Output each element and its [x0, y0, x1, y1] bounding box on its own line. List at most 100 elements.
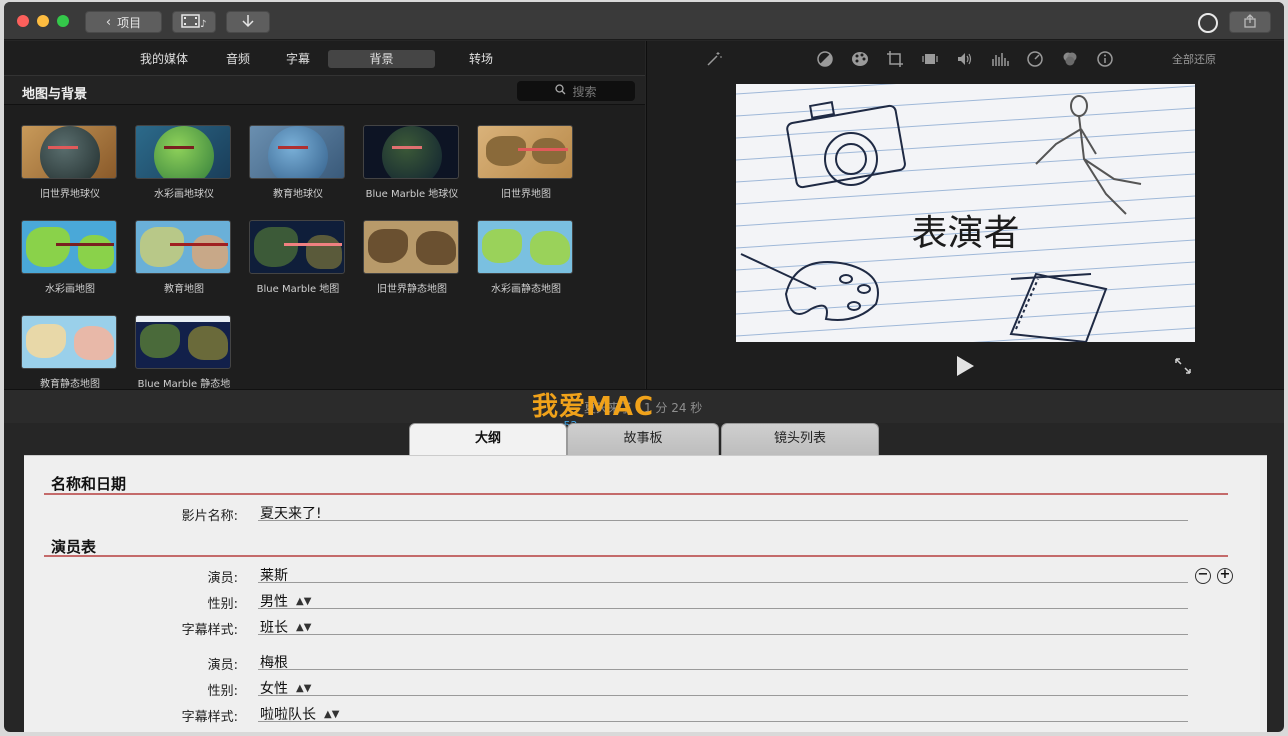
timeline-info-strip: 夏天来了 - 1 分 24 秒 我爱MAC www.52mac.com: [4, 389, 1284, 432]
background-tile[interactable]: 旧世界静态地图: [363, 220, 461, 295]
title-style-label: 字幕样式:: [181, 623, 238, 638]
preview-canvas[interactable]: 表演者: [736, 84, 1195, 342]
tile-label: 水彩画地图: [45, 284, 95, 295]
background-tile[interactable]: 教育地图: [135, 220, 233, 295]
background-tile[interactable]: 水彩画地图: [21, 220, 119, 295]
tile-label: Blue Marble 地球仪: [365, 189, 459, 200]
import-button[interactable]: [226, 11, 270, 33]
updown-stepper-icon: ▲▼: [296, 622, 312, 633]
tab-storyboard[interactable]: 故事板: [567, 423, 719, 455]
background-tile[interactable]: 教育静态地图: [21, 315, 119, 390]
tile-thumbnail: [21, 220, 117, 274]
updown-stepper-icon: ▲▼: [296, 596, 312, 607]
tile-label: 旧世界地图: [501, 189, 551, 200]
section-name-and-date: 名称和日期: [51, 475, 127, 493]
svg-text:♪: ♪: [200, 19, 206, 28]
tab-outline[interactable]: 大纲: [409, 423, 567, 455]
add-actor-button[interactable]: +: [1217, 568, 1233, 584]
reset-all-button[interactable]: 全部还原: [1172, 51, 1216, 67]
tile-label: Blue Marble 地图: [256, 284, 340, 295]
actor-label: 演员:: [207, 658, 238, 673]
filter-icon[interactable]: [1060, 50, 1080, 70]
tile-thumbnail: [249, 125, 345, 179]
magic-wand-icon[interactable]: [704, 50, 724, 70]
color-balance-icon[interactable]: [815, 50, 835, 70]
field-underline: [258, 669, 1188, 670]
section-divider: [44, 555, 1228, 557]
stabilization-icon[interactable]: [920, 50, 940, 70]
fullscreen-expand-icon[interactable]: [1174, 357, 1192, 379]
chevron-left-icon: ‹: [105, 14, 112, 30]
background-tile[interactable]: Blue Marble 静态地: [135, 315, 233, 390]
crop-icon[interactable]: [885, 50, 905, 70]
tile-label: 教育地球仪: [273, 189, 323, 200]
play-button[interactable]: [957, 356, 974, 376]
tile-thumbnail: [249, 220, 345, 274]
color-palette-icon[interactable]: [850, 50, 870, 70]
background-tile[interactable]: 旧世界地球仪: [21, 125, 119, 200]
field-underline: [258, 695, 1188, 696]
tile-thumbnail: [135, 125, 231, 179]
search-icon: [555, 84, 566, 98]
search-placeholder: 搜索: [572, 84, 597, 99]
background-tile[interactable]: 水彩画静态地图: [477, 220, 575, 295]
section-divider: [44, 493, 1228, 495]
field-underline: [258, 608, 1188, 609]
background-tile[interactable]: 教育地球仪: [249, 125, 347, 200]
background-tile[interactable]: 旧世界地图: [477, 125, 575, 200]
tile-label: 教育静态地图: [40, 379, 100, 390]
category-tabs: 我的媒体 音频 字幕 背景 转场: [4, 41, 645, 75]
field-underline: [258, 721, 1188, 722]
tile-thumbnail: [21, 315, 117, 369]
tab-my-media[interactable]: 我的媒体: [124, 50, 204, 68]
section-cast: 演员表: [51, 538, 97, 556]
tile-thumbnail: [477, 125, 573, 179]
share-icon: [1243, 13, 1257, 32]
content-browser: 我的媒体 音频 字幕 背景 转场 地图与背景 搜索 旧世界地球仪 水彩画地球仪 …: [4, 41, 645, 390]
tile-thumbnail: [135, 315, 231, 369]
projects-back-button[interactable]: ‹ 项目: [85, 11, 162, 33]
tile-label: 旧世界地球仪: [40, 189, 100, 200]
gender-label: 性别:: [207, 597, 238, 612]
close-window-button[interactable]: [17, 15, 29, 27]
field-underline: [258, 520, 1188, 521]
library-header: 地图与背景 搜索: [4, 75, 645, 105]
imovie-window: ‹ 项目 ♪ 我的媒体 音频 字幕 背景 转场 地图与背景 搜索 旧世界地球仪 …: [4, 2, 1284, 732]
tab-titles[interactable]: 字幕: [268, 50, 328, 68]
field-underline: [258, 582, 1188, 583]
tile-label: 水彩画地球仪: [154, 189, 214, 200]
speed-icon[interactable]: [1025, 50, 1045, 70]
notepad-sketch: [1009, 272, 1108, 342]
volume-icon[interactable]: [955, 50, 975, 70]
field-underline: [258, 634, 1188, 635]
background-tile[interactable]: 水彩画地球仪: [135, 125, 233, 200]
section-title: 地图与背景: [22, 87, 88, 102]
fullscreen-window-button[interactable]: [57, 15, 69, 27]
tile-label: 旧世界静态地图: [377, 284, 447, 295]
title-bar: ‹ 项目 ♪: [4, 2, 1284, 40]
info-icon[interactable]: [1095, 50, 1115, 70]
watermark-logo-text: 我爱MAC: [532, 392, 655, 422]
minimize-window-button[interactable]: [37, 15, 49, 27]
tab-transitions[interactable]: 转场: [451, 50, 511, 68]
background-tile[interactable]: Blue Marble 地球仪: [363, 125, 461, 200]
equalizer-icon[interactable]: [990, 50, 1010, 70]
trailer-preview-title: 表演者: [911, 213, 1020, 254]
circle-status-icon[interactable]: [1198, 13, 1218, 33]
search-input[interactable]: 搜索: [517, 81, 635, 101]
tile-label: Blue Marble 静态地: [137, 379, 231, 390]
media-browser-button[interactable]: ♪: [172, 11, 216, 33]
tab-audio[interactable]: 音频: [208, 50, 268, 68]
tile-label: 水彩画静态地图: [491, 284, 561, 295]
tile-thumbnail: [477, 220, 573, 274]
tab-shot-list[interactable]: 镜头列表: [721, 423, 879, 455]
share-button[interactable]: [1229, 11, 1271, 33]
tab-backgrounds[interactable]: 背景: [328, 50, 435, 68]
updown-stepper-icon: ▲▼: [296, 683, 312, 694]
palette-sketch: [740, 253, 879, 321]
tile-thumbnail: [21, 125, 117, 179]
tile-thumbnail: [363, 125, 459, 179]
remove-actor-button[interactable]: −: [1195, 568, 1211, 584]
viewer-panel: 全部还原 表演者: [646, 41, 1284, 389]
background-tile[interactable]: Blue Marble 地图: [249, 220, 347, 295]
